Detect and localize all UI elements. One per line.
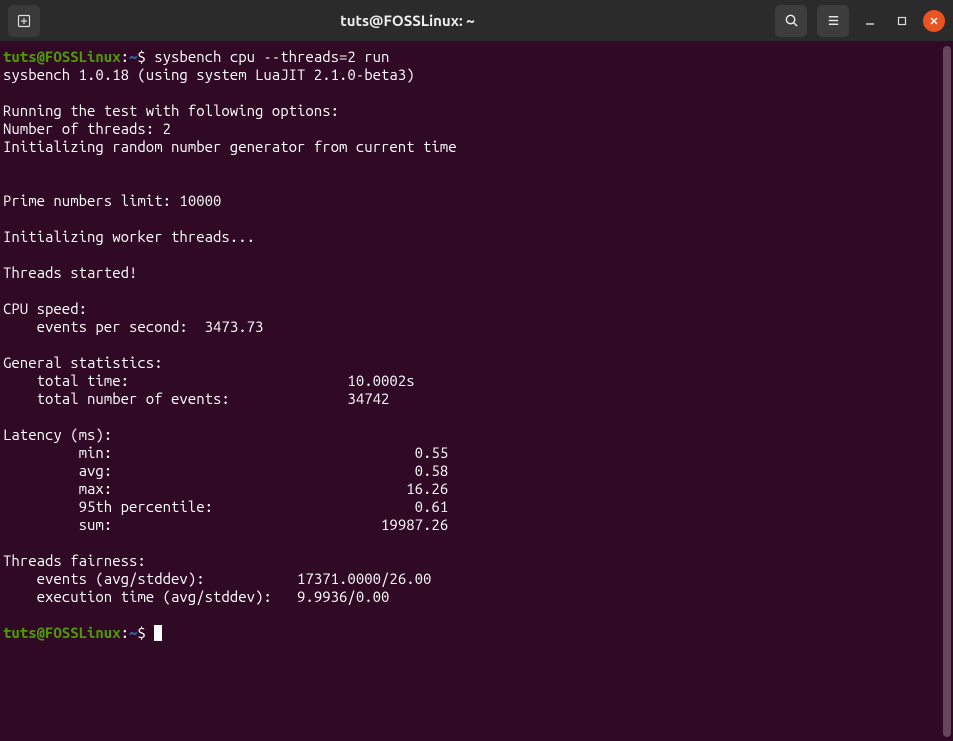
output-lat-avg-value: 0.58 bbox=[415, 462, 449, 479]
command-text: sysbench cpu --threads=2 run bbox=[154, 48, 389, 65]
close-button[interactable] bbox=[923, 10, 945, 32]
new-tab-button[interactable] bbox=[8, 5, 40, 37]
prompt-colon: : bbox=[121, 48, 129, 65]
output-version: sysbench 1.0.18 (using system LuaJIT 2.1… bbox=[3, 66, 415, 83]
output-cpu-speed-header: CPU speed: bbox=[3, 300, 87, 317]
output-events-avg-label: events (avg/stddev): bbox=[37, 570, 205, 587]
window-title: tuts@FOSSLinux: ~ bbox=[40, 12, 775, 29]
output-total-events-label: total number of events: bbox=[37, 390, 230, 407]
output-threads-label: Number of threads: bbox=[3, 120, 154, 137]
maximize-icon bbox=[897, 16, 907, 26]
terminal-area[interactable]: tuts@FOSSLinux:~$ sysbench cpu --threads… bbox=[0, 42, 953, 741]
menu-button[interactable] bbox=[817, 5, 849, 37]
output-total-time-label: total time: bbox=[37, 372, 129, 389]
output-fairness-header: Threads fairness: bbox=[3, 552, 146, 569]
prompt-user-host: tuts@FOSSLinux bbox=[3, 48, 121, 65]
output-lat-95p-label: 95th percentile: bbox=[79, 498, 213, 515]
cursor bbox=[154, 625, 162, 641]
output-running-header: Running the test with following options: bbox=[3, 102, 339, 119]
output-prime-label: Prime numbers limit: bbox=[3, 192, 171, 209]
scrollbar[interactable] bbox=[943, 46, 951, 737]
prompt-dollar: $ bbox=[137, 48, 154, 65]
output-lat-95p-value: 0.61 bbox=[415, 498, 449, 515]
output-lat-min-label: min: bbox=[79, 444, 113, 461]
output-prime-value: 10000 bbox=[179, 192, 221, 209]
search-icon bbox=[784, 13, 799, 28]
prompt2-colon: : bbox=[121, 624, 129, 641]
titlebar-left bbox=[8, 5, 40, 37]
minimize-button[interactable] bbox=[859, 10, 881, 32]
output-init-workers: Initializing worker threads... bbox=[3, 228, 255, 245]
new-tab-icon bbox=[16, 13, 32, 29]
output-lat-sum-value: 19987.26 bbox=[381, 516, 448, 533]
search-button[interactable] bbox=[775, 5, 807, 37]
output-init-rng: Initializing random number generator fro… bbox=[3, 138, 457, 155]
output-total-events-value: 34742 bbox=[347, 390, 389, 407]
output-eps-value: 3473.73 bbox=[205, 318, 264, 335]
output-lat-max-label: max: bbox=[79, 480, 113, 497]
output-lat-max-value: 16.26 bbox=[406, 480, 448, 497]
prompt2-user-host: tuts@FOSSLinux bbox=[3, 624, 121, 641]
output-lat-avg-label: avg: bbox=[79, 462, 113, 479]
output-exec-time-label: execution time (avg/stddev): bbox=[37, 588, 272, 605]
output-latency-header: Latency (ms): bbox=[3, 426, 112, 443]
close-icon bbox=[929, 16, 939, 26]
output-lat-min-value: 0.55 bbox=[415, 444, 449, 461]
output-eps-label: events per second: bbox=[37, 318, 188, 335]
output-general-stats-header: General statistics: bbox=[3, 354, 163, 371]
minimize-icon bbox=[865, 16, 875, 26]
output-lat-sum-label: sum: bbox=[79, 516, 113, 533]
prompt2-dollar: $ bbox=[137, 624, 154, 641]
terminal-content: tuts@FOSSLinux:~$ sysbench cpu --threads… bbox=[3, 48, 950, 642]
titlebar: tuts@FOSSLinux: ~ bbox=[0, 0, 953, 42]
maximize-button[interactable] bbox=[891, 10, 913, 32]
output-exec-time-value: 9.9936/0.00 bbox=[297, 588, 389, 605]
titlebar-right bbox=[775, 5, 945, 37]
output-events-avg-value: 17371.0000/26.00 bbox=[297, 570, 431, 587]
output-threads-value: 2 bbox=[163, 120, 171, 137]
output-total-time-value: 10.0002s bbox=[347, 372, 414, 389]
output-threads-started: Threads started! bbox=[3, 264, 137, 281]
hamburger-icon bbox=[826, 13, 841, 28]
